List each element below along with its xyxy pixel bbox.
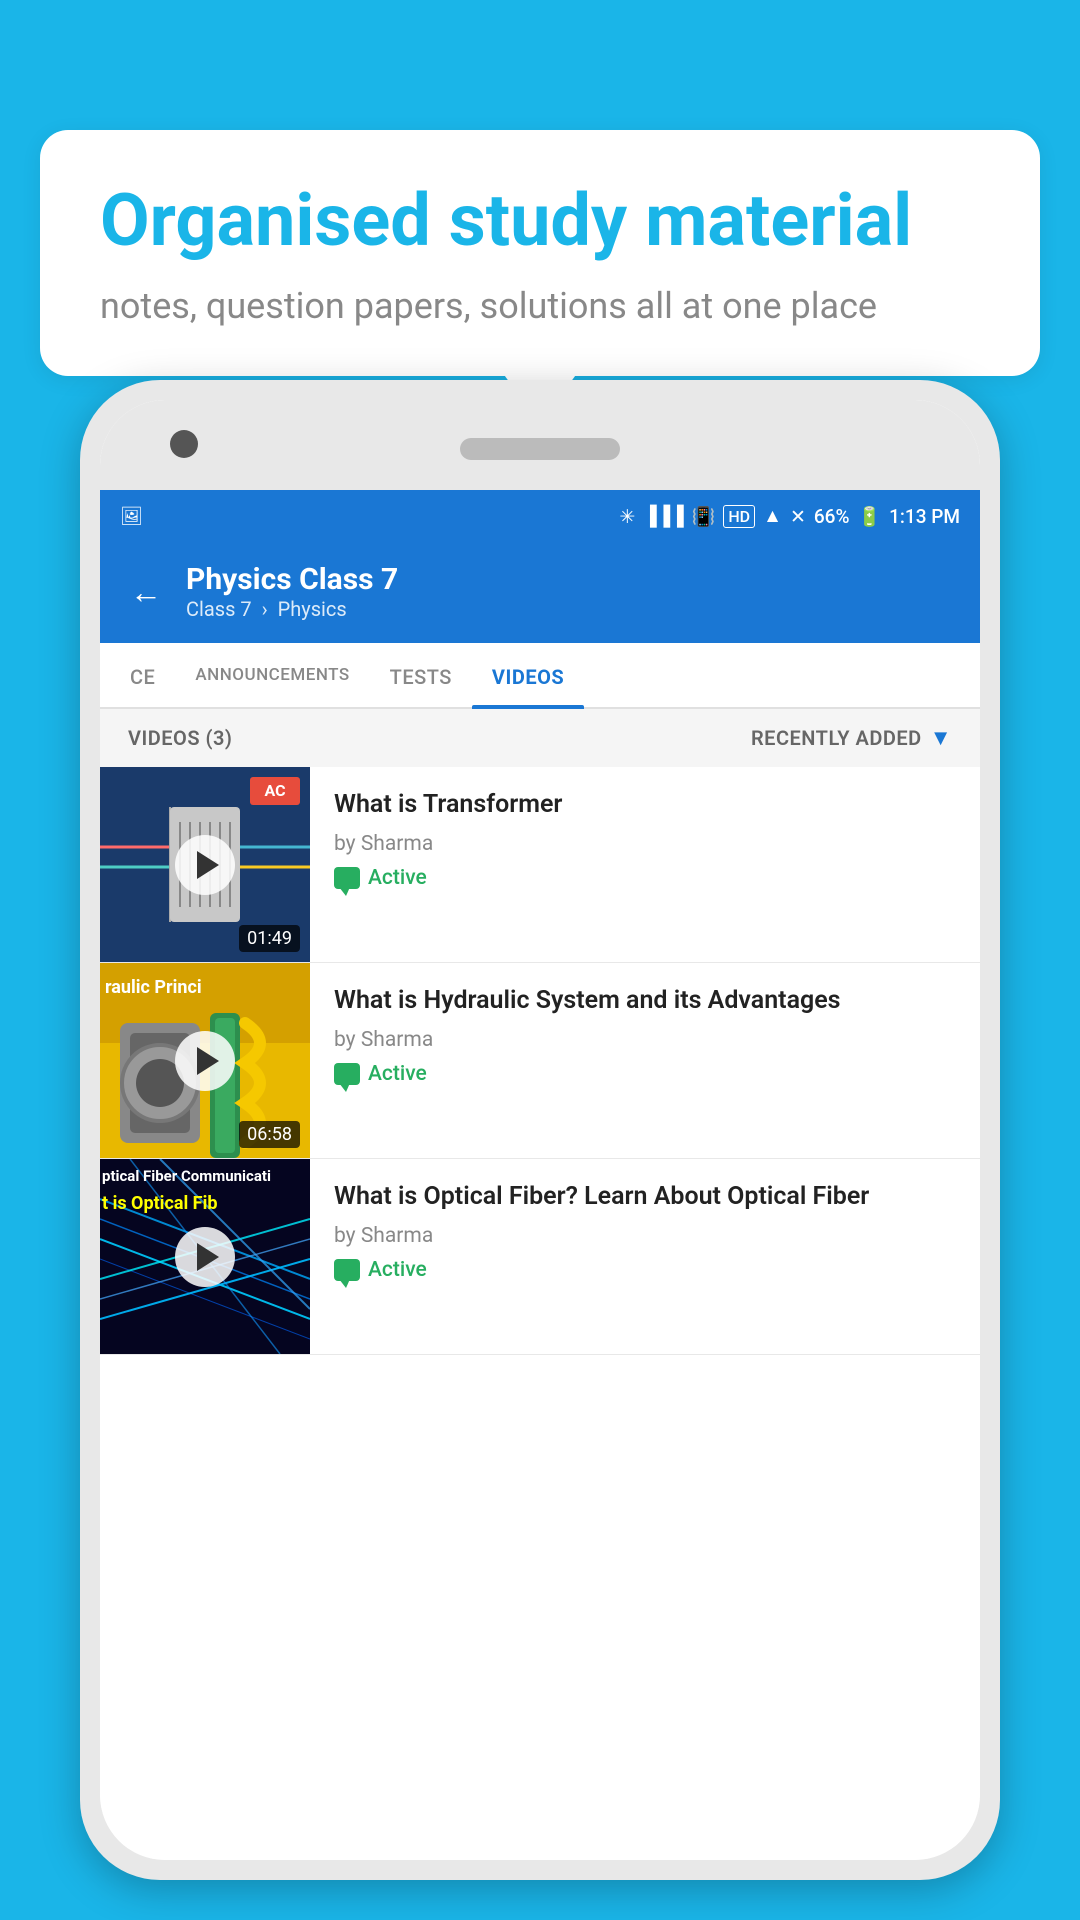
chat-icon-2 [334,1063,360,1085]
battery-icon: 🔋 [857,505,881,528]
video-duration-1: 01:49 [239,925,300,952]
video-item[interactable]: AC 01:49 What is Transformer by Sharma [100,767,980,963]
video-status-1: Active [334,866,956,890]
svg-text:AC: AC [264,781,285,800]
play-button-2[interactable] [175,1031,235,1091]
course-title: Physics Class 7 [186,562,398,597]
play-icon-2 [197,1047,219,1075]
sort-filter-button[interactable]: RECENTLY ADDED ▼ [751,725,952,751]
chevron-down-icon: ▼ [930,725,952,751]
status-left: 🖼 [120,506,143,527]
video-info-3: What is Optical Fiber? Learn About Optic… [310,1159,980,1354]
phone-screen: 🖼 ✳ ▐▐▐ 📳 HD ▲ ✕ 66% 🔋 1:13 PM [100,490,980,1860]
breadcrumb-class: Class 7 [186,597,252,621]
videos-count: VIDEOS (3) [128,726,232,750]
hd-badge: HD [723,505,755,528]
video-status-3: Active [334,1258,956,1282]
breadcrumb-subject: Physics [278,597,347,621]
video-thumbnail-3: ptical Fiber Communicati t is Optical Fi… [100,1159,310,1354]
battery-percent: 66% [814,505,850,528]
chat-icon-1 [334,867,360,889]
status-right: ✳ ▐▐▐ 📳 HD ▲ ✕ 66% 🔋 1:13 PM [619,504,960,528]
tabs-bar: CE ANNOUNCEMENTS TESTS VIDEOS [100,643,980,709]
bluetooth-icon: ✳ [619,505,635,528]
video-info-1: What is Transformer by Sharma Active [310,767,980,962]
svg-text:t is Optical Fib: t is Optical Fib [102,1193,217,1214]
play-button-3[interactable] [175,1227,235,1287]
tab-announcements[interactable]: ANNOUNCEMENTS [175,643,369,707]
signal-icon: ▐▐▐ [643,504,683,528]
breadcrumb-separator: › [262,597,268,621]
video-thumbnail-1: AC 01:49 [100,767,310,962]
svg-text:ptical Fiber Communicati: ptical Fiber Communicati [102,1167,271,1185]
video-duration-2: 06:58 [239,1121,300,1148]
video-info-2: What is Hydraulic System and its Advanta… [310,963,980,1158]
videos-header: VIDEOS (3) RECENTLY ADDED ▼ [100,709,980,767]
data-icon: ✕ [790,505,806,528]
video-thumbnail-2: raulic Princi 06:58 [100,963,310,1158]
status-bar: 🖼 ✳ ▐▐▐ 📳 HD ▲ ✕ 66% 🔋 1:13 PM [100,490,980,542]
course-breadcrumb: Class 7 › Physics [186,597,398,621]
phone-inner: 🖼 ✳ ▐▐▐ 📳 HD ▲ ✕ 66% 🔋 1:13 PM [100,400,980,1860]
status-label-2: Active [368,1062,427,1086]
tab-tests[interactable]: TESTS [370,643,472,707]
tab-videos[interactable]: VIDEOS [472,643,584,707]
svg-text:raulic Princi: raulic Princi [105,977,202,998]
video-status-2: Active [334,1062,956,1086]
header-title-area: Physics Class 7 Class 7 › Physics [186,562,398,621]
video-title-3: What is Optical Fiber? Learn About Optic… [334,1181,956,1214]
speech-bubble: Organised study material notes, question… [40,130,1040,376]
play-button-1[interactable] [175,835,235,895]
phone-speaker [460,438,620,460]
video-author-3: by Sharma [334,1224,956,1248]
status-label-1: Active [368,866,427,890]
status-label-3: Active [368,1258,427,1282]
play-icon-1 [197,851,219,879]
tab-ce[interactable]: CE [110,643,175,707]
phone-outer: 🖼 ✳ ▐▐▐ 📳 HD ▲ ✕ 66% 🔋 1:13 PM [80,380,1000,1880]
chat-icon-3 [334,1259,360,1281]
video-item[interactable]: ptical Fiber Communicati t is Optical Fi… [100,1159,980,1355]
clock: 1:13 PM [889,505,960,528]
vibrate-icon: 📳 [692,505,716,528]
status-image-icon: 🖼 [120,506,143,527]
video-title-2: What is Hydraulic System and its Advanta… [334,985,956,1018]
play-icon-3 [197,1243,219,1271]
video-title-1: What is Transformer [334,789,956,822]
video-author-2: by Sharma [334,1028,956,1052]
speech-bubble-subtitle: notes, question papers, solutions all at… [100,281,980,331]
phone-camera-icon [170,430,198,458]
phone-mockup: 🖼 ✳ ▐▐▐ 📳 HD ▲ ✕ 66% 🔋 1:13 PM [80,380,1000,1880]
video-author-1: by Sharma [334,832,956,856]
wifi-icon: ▲ [763,504,782,528]
speech-bubble-title: Organised study material [100,180,980,263]
video-list: AC 01:49 What is Transformer by Sharma [100,767,980,1355]
video-item[interactable]: raulic Princi 06:58 What is Hydraulic Sy… [100,963,980,1159]
back-button[interactable]: ← [130,573,162,611]
app-header: ← Physics Class 7 Class 7 › Physics [100,542,980,643]
sort-label: RECENTLY ADDED [751,726,922,750]
phone-top-bar [100,400,980,490]
